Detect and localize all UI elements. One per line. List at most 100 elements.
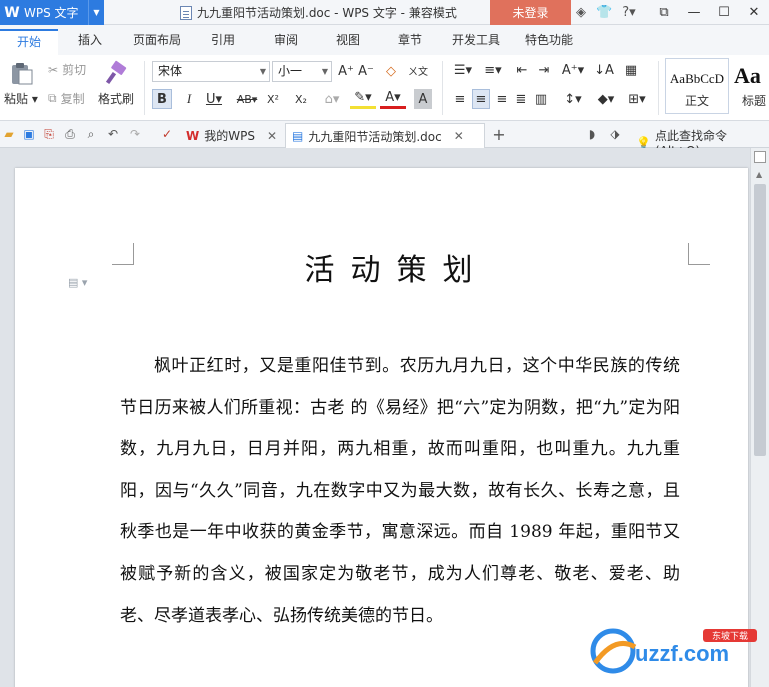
document-icon: ▤ [292, 129, 304, 143]
watermark-text: uzzf.com [635, 641, 729, 666]
numbered-list-icon[interactable]: ≡▾ [480, 61, 506, 79]
line-spacing-icon[interactable]: ↕▾ [560, 89, 586, 109]
divider [442, 61, 443, 115]
wps-logo-icon: W [186, 128, 200, 143]
table-grid-icon[interactable]: ▦ [622, 61, 640, 79]
format-painter-button[interactable]: 格式刷 [98, 60, 134, 107]
style-sample: Aa [734, 63, 761, 88]
font-size-select[interactable]: 小一 ▼ [272, 61, 332, 82]
text-effect-icon[interactable]: ⌂▾ [320, 89, 344, 109]
undo-icon[interactable]: ↶ [106, 127, 120, 141]
sort-icon[interactable]: ↓A [594, 61, 614, 79]
format-painter-icon [105, 60, 127, 85]
change-case-icon[interactable]: A⁺▾ [560, 61, 586, 79]
wps-logo-icon: W [4, 4, 20, 21]
print-icon[interactable]: ⎙ [63, 127, 77, 141]
document-body-paragraph[interactable]: 枫叶正红时，又是重阳佳节到。农历九月九日，这个中华民族的传统节日历来被人们所重视… [120, 346, 680, 637]
close-icon[interactable]: ✕ [267, 129, 277, 143]
bullet-list-icon[interactable]: ☰▾ [450, 61, 476, 79]
justify-icon[interactable]: ≣ [513, 89, 529, 109]
close-button[interactable]: ✕ [739, 0, 769, 25]
copy-button[interactable]: ⧉ 复制 [48, 90, 85, 107]
tab-developer[interactable]: 开发工具 [452, 31, 500, 48]
subscript-strike-icon[interactable]: X² [264, 89, 282, 109]
tab-current-document[interactable]: ▤ 九九重阳节活动策划.doc ✕ [285, 123, 485, 148]
style-label: 标题 [742, 94, 767, 108]
scissors-icon: ✂ [48, 62, 59, 77]
underline-button[interactable]: U▾ [203, 89, 225, 109]
maximize-button[interactable]: ☐ [709, 0, 739, 25]
tab-special-features[interactable]: 特色功能 [525, 31, 573, 48]
login-button[interactable]: 未登录 [490, 0, 571, 25]
style-sample: AaBbCcD [669, 71, 725, 86]
chevron-down-icon: ▼ [259, 67, 266, 76]
shrink-font-icon[interactable]: A⁻ [358, 63, 374, 79]
borders-icon[interactable]: ⊞▾ [624, 89, 650, 109]
scroll-up-icon[interactable]: ▲ [756, 170, 762, 179]
highlight-color-icon[interactable]: ✎▾ [350, 89, 376, 109]
superscript-button[interactable]: X₂ [292, 89, 310, 109]
menu-bar: 开始 插入 页面布局 引用 审阅 视图 章节 开发工具 特色功能 [0, 25, 769, 55]
theme-shirt-icon[interactable]: 👕 [596, 5, 612, 20]
cut-label: 剪切 [62, 63, 87, 77]
print-preview-icon[interactable]: ⌕ [84, 127, 98, 141]
doc-stats-icon[interactable]: ◗ [585, 127, 599, 141]
split-view-icon[interactable] [754, 151, 766, 163]
skin-icon[interactable]: ◈ [576, 5, 586, 20]
increase-indent-icon[interactable]: ⇥ [535, 61, 553, 79]
open-folder-icon[interactable]: ▰ [2, 127, 16, 141]
tab-references[interactable]: 引用 [211, 31, 235, 48]
tab-insert[interactable]: 插入 [78, 31, 102, 48]
bold-button[interactable]: B [152, 89, 172, 109]
app-menu-dropdown-icon[interactable]: ▼ [88, 0, 104, 25]
help-icon[interactable]: ?▾ [622, 5, 635, 20]
grow-font-icon[interactable]: A⁺ [338, 63, 354, 79]
character-shading-icon[interactable]: A [414, 89, 432, 109]
tab-chapter[interactable]: 章节 [398, 31, 422, 48]
tab-home[interactable]: 开始 [0, 29, 58, 55]
style-normal[interactable]: AaBbCcD 正文 [665, 58, 729, 114]
decrease-indent-icon[interactable]: ⇤ [513, 61, 531, 79]
align-left-icon[interactable]: ≡ [452, 89, 468, 109]
font-name-value: 宋体 [158, 64, 183, 78]
restore-ribbon-icon[interactable]: ⧉ [649, 0, 679, 25]
minimize-button[interactable]: — [679, 0, 709, 25]
format-painter-label: 格式刷 [98, 92, 135, 106]
window-title-text: 九九重阳节活动策划.doc - WPS 文字 - 兼容模式 [197, 6, 457, 20]
cut-button[interactable]: ✂ 剪切 [48, 61, 86, 78]
shading-fill-icon[interactable]: ◆▾ [593, 89, 619, 109]
font-size-value: 小一 [278, 64, 303, 78]
tab-page-layout[interactable]: 页面布局 [133, 31, 181, 48]
chevron-down-icon: ▼ [321, 67, 328, 76]
document-tab-bar: ▰ ▣ ⎘ ⎙ ⌕ ↶ ↷ ✓ W 我的WPS ✕ ▤ 九九重阳节活动策划.do… [0, 121, 769, 158]
align-center-icon[interactable]: ≡ [472, 89, 490, 109]
paste-button[interactable]: 粘贴 ▾ [4, 60, 38, 107]
export-pdf-icon[interactable]: ⎘ [42, 127, 56, 141]
style-heading[interactable]: Aa 标题 [731, 58, 769, 114]
tab-view[interactable]: 视图 [336, 31, 360, 48]
redo-icon[interactable]: ↷ [128, 127, 142, 141]
clear-format-icon[interactable]: ◇ [383, 63, 399, 79]
distribute-icon[interactable]: ▥ [533, 89, 549, 109]
font-name-select[interactable]: 宋体 ▼ [152, 61, 270, 82]
font-color-icon[interactable]: A▾ [380, 89, 406, 109]
vertical-scrollbar[interactable]: ▲ [750, 148, 769, 687]
strikethrough-button[interactable]: AB▾ [233, 89, 261, 109]
italic-button[interactable]: I [180, 89, 198, 109]
app-menu-button[interactable]: W WPS 文字 ▼ [0, 0, 104, 25]
tab-review[interactable]: 审阅 [274, 31, 298, 48]
pin-icon[interactable]: ✓ [160, 127, 174, 141]
divider [144, 61, 145, 115]
close-icon[interactable]: ✕ [454, 129, 464, 143]
share-icon[interactable]: ⬗ [608, 127, 622, 141]
watermark-subtext: 东坡下载 [712, 630, 748, 642]
phonetic-guide-icon[interactable]: ㄨ文 [408, 60, 428, 80]
tab-my-wps[interactable]: W 我的WPS ✕ [180, 123, 284, 148]
align-right-icon[interactable]: ≡ [494, 89, 510, 109]
save-icon[interactable]: ▣ [22, 127, 36, 141]
paste-label: 粘贴 ▾ [4, 92, 38, 106]
new-tab-icon[interactable]: + [492, 125, 506, 144]
scrollbar-thumb[interactable] [754, 184, 766, 456]
ribbon-home: 粘贴 ▾ ✂ 剪切 ⧉ 复制 格式刷 宋体 ▼ 小一 ▼ A⁺ A⁻ ◇ ㄨ文 … [0, 55, 769, 121]
style-label: 正文 [684, 94, 709, 108]
